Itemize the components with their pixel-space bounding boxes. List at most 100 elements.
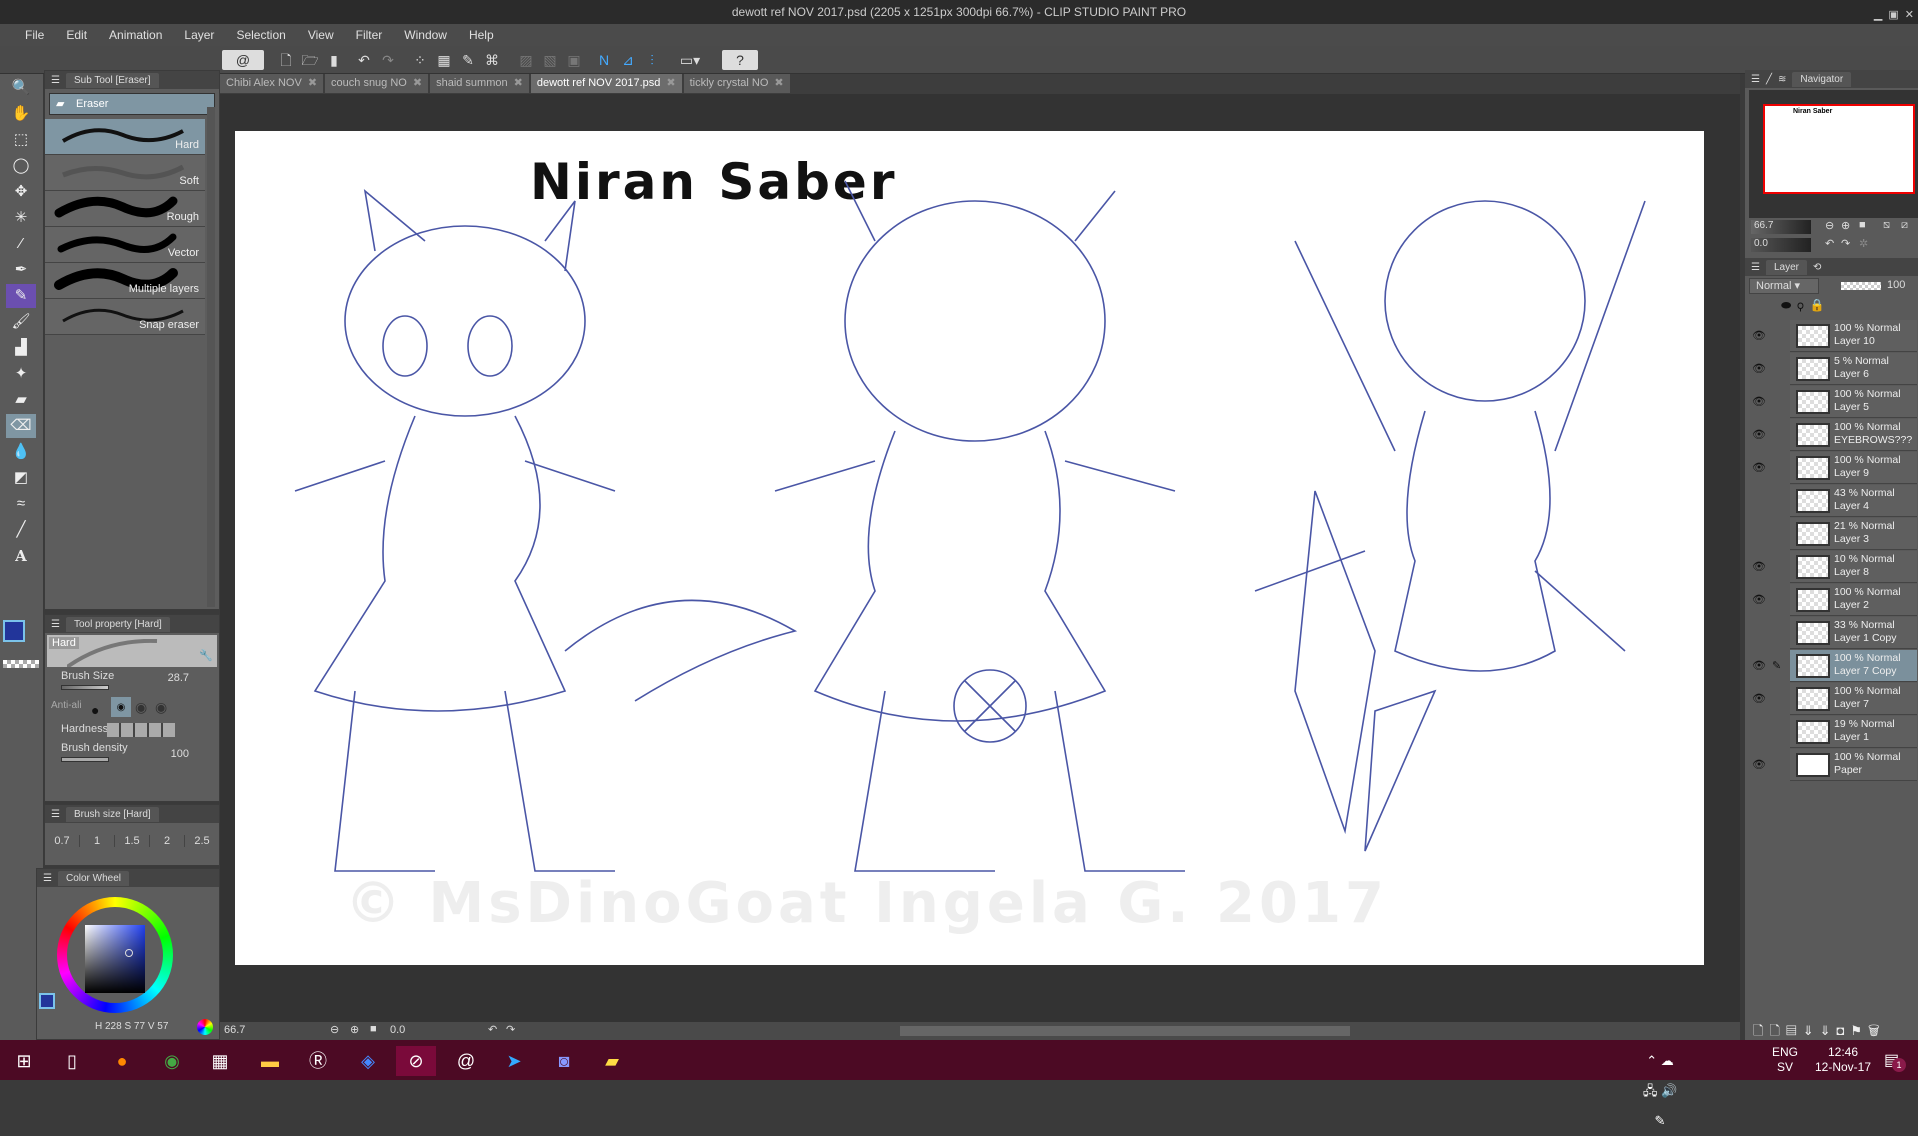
doc-tab[interactable]: couch snug NO ✖: [325, 74, 429, 93]
layer-row[interactable]: 19 % Normal Layer 1: [1790, 716, 1917, 748]
aa-weak-button[interactable]: ◉: [111, 697, 131, 717]
magic-wand-icon[interactable]: ✳: [6, 206, 36, 230]
file-explorer-icon[interactable]: ▬: [250, 1046, 290, 1076]
layer-row[interactable]: 33 % Normal Layer 1 Copy: [1790, 617, 1917, 649]
windows-start-icon[interactable]: ⊞: [4, 1046, 44, 1076]
transparent-color-swatch[interactable]: [3, 660, 39, 668]
sub-tool-rough[interactable]: Rough: [45, 191, 205, 227]
zoom-out-icon[interactable]: ⊖: [1825, 219, 1834, 232]
clip-studio-icon[interactable]: @: [222, 50, 264, 70]
layer-row[interactable]: 👁 100 % Normal Layer 9: [1752, 452, 1917, 484]
redo-icon[interactable]: ↷: [378, 50, 398, 70]
clip-studio-paint-icon[interactable]: ⊘: [396, 1046, 436, 1076]
zoom-in-icon[interactable]: ⊕: [350, 1023, 359, 1036]
aa-strong-button[interactable]: ◉: [155, 696, 167, 718]
clock[interactable]: 12:46 12-Nov-17: [1808, 1045, 1878, 1075]
language-indicator[interactable]: ENG SV: [1772, 1045, 1798, 1075]
canvas-paper[interactable]: Niran Saber © MsDinoGoat Ingela G. 2017: [235, 131, 1704, 965]
layer-row[interactable]: 43 % Normal Layer 4: [1790, 485, 1917, 517]
menu-view[interactable]: View: [297, 28, 345, 42]
discord-icon[interactable]: ◙: [544, 1046, 584, 1076]
aa-medium-button[interactable]: ◉: [135, 696, 147, 718]
menu-help[interactable]: Help: [458, 28, 505, 42]
panel-menu-icon[interactable]: ☰: [43, 873, 52, 884]
layer-row[interactable]: 👁 100 % Normal EYEBROWS???: [1752, 419, 1917, 451]
snap-grid-icon[interactable]: ⫶: [642, 50, 662, 70]
eye-icon[interactable]: 👁: [1752, 758, 1766, 771]
eye-icon[interactable]: 👁: [1752, 560, 1766, 573]
navigator-tab[interactable]: Navigator: [1792, 71, 1852, 87]
hardness-row[interactable]: Hardness: [45, 719, 219, 741]
density-value[interactable]: 100: [171, 747, 189, 761]
fill-icon[interactable]: ▦: [434, 50, 454, 70]
main-color-swatch[interactable]: [3, 620, 25, 642]
navigator-rotate-slider[interactable]: 0.0: [1751, 238, 1811, 252]
save-icon[interactable]: ▮: [324, 50, 344, 70]
eraser-icon[interactable]: ▰: [6, 388, 36, 412]
sub-tool-hard[interactable]: Hard: [45, 119, 205, 155]
layer-property-tab-icon[interactable]: ≋: [1778, 74, 1786, 85]
eye-icon[interactable]: 👁: [1752, 461, 1766, 474]
sub-tool-scrollbar[interactable]: [207, 107, 215, 607]
crop-icon[interactable]: ▣: [564, 50, 584, 70]
rotate-left-icon[interactable]: ↶: [1825, 237, 1834, 250]
help-icon[interactable]: ?: [722, 50, 758, 70]
brush-density-row[interactable]: Brush density 100: [45, 741, 219, 767]
sub-tool-group-eraser[interactable]: ▰ Eraser: [49, 93, 215, 115]
undo-icon[interactable]: ↶: [354, 50, 374, 70]
eye-icon[interactable]: 👁: [1752, 395, 1766, 408]
brush-size-preset[interactable]: 1: [80, 835, 115, 847]
pen-icon[interactable]: ✒: [6, 258, 36, 282]
rotation-value[interactable]: 0.0: [390, 1024, 405, 1036]
layer-row[interactable]: 👁 5 % Normal Layer 6: [1752, 353, 1917, 385]
action-center-icon[interactable]: ▤ 1: [1884, 1050, 1906, 1072]
app-icon[interactable]: Ⓡ: [298, 1046, 338, 1076]
doc-tab[interactable]: shaid summon ✖: [430, 74, 529, 93]
chrome-icon[interactable]: ◉: [152, 1046, 192, 1076]
panel-menu-icon[interactable]: ☰: [1751, 262, 1760, 273]
move-layer-icon[interactable]: ✥: [6, 180, 36, 204]
eye-icon[interactable]: 👁: [1752, 692, 1766, 705]
menu-filter[interactable]: Filter: [345, 28, 394, 42]
layer-row[interactable]: 21 % Normal Layer 3: [1790, 518, 1917, 550]
layer-row[interactable]: 👁 10 % Normal Layer 8: [1752, 551, 1917, 583]
panel-menu-icon[interactable]: ☰: [51, 75, 60, 86]
menu-file[interactable]: File: [14, 28, 55, 42]
brush-size-preset[interactable]: 2: [150, 835, 185, 847]
pen-tool-icon[interactable]: ✎: [458, 50, 478, 70]
firefox-icon[interactable]: ●: [102, 1046, 142, 1076]
zoom-out-icon[interactable]: ⊖: [330, 1023, 339, 1036]
color-mode-icon[interactable]: [197, 1019, 213, 1035]
brush-size-preset[interactable]: 1.5: [115, 835, 150, 847]
sub-tool-vector[interactable]: Vector: [45, 227, 205, 263]
brush-size-value[interactable]: 28.7: [168, 671, 189, 685]
layer-row[interactable]: 👁 100 % Normal Layer 5: [1752, 386, 1917, 418]
zoom-tool-icon[interactable]: 🔍: [6, 76, 36, 100]
doc-tab[interactable]: Chibi Alex NOV ✖: [220, 74, 324, 93]
sub-tool-snap-eraser[interactable]: Snap eraser: [45, 299, 205, 335]
close-icon[interactable]: ✖: [774, 77, 783, 89]
panel-menu-icon[interactable]: ☰: [51, 809, 60, 820]
pencil-icon[interactable]: ✎: [6, 284, 36, 308]
color-picker-cursor[interactable]: [125, 949, 133, 957]
eyedropper-icon[interactable]: ⁄: [6, 232, 36, 256]
fit-screen-icon[interactable]: ■: [1859, 219, 1866, 231]
clip-studio-icon[interactable]: @: [446, 1046, 486, 1076]
hardness-levels[interactable]: [107, 723, 175, 737]
eye-icon[interactable]: 👁: [1752, 428, 1766, 441]
close-icon[interactable]: ✖: [413, 77, 422, 89]
telegram-icon[interactable]: ➤: [494, 1046, 534, 1076]
doc-tab-active[interactable]: dewott ref NOV 2017.psd ✖: [530, 74, 682, 93]
eye-icon[interactable]: 👁: [1752, 593, 1766, 606]
new-file-icon[interactable]: 🗋: [276, 50, 296, 70]
close-icon[interactable]: ✖: [666, 77, 675, 89]
reset-rotation-icon[interactable]: ✲: [1859, 237, 1868, 250]
figure-icon[interactable]: ╱: [6, 518, 36, 542]
navigator-thumbnail[interactable]: Niran Saber: [1763, 104, 1915, 194]
calculator-icon[interactable]: ▦: [200, 1046, 240, 1076]
snap-special-icon[interactable]: ⊿: [618, 50, 638, 70]
close-icon[interactable]: ✖: [514, 77, 523, 89]
sub-tool-multiple-layers[interactable]: Multiple layers: [45, 263, 205, 299]
aa-none-button[interactable]: ●: [91, 699, 99, 721]
open-file-icon[interactable]: 🗁: [300, 50, 320, 70]
